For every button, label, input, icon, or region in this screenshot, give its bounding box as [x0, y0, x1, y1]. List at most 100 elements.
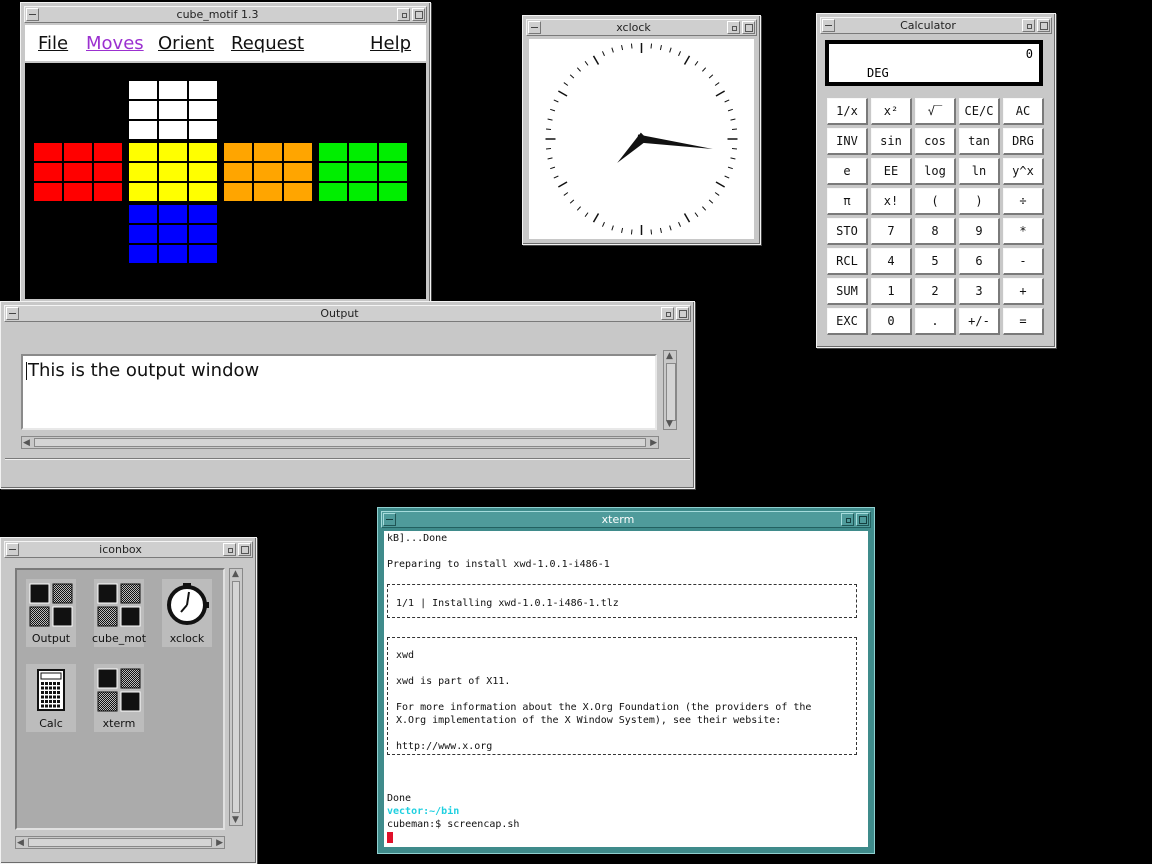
minimize-button[interactable] [661, 307, 674, 320]
cube-facelet[interactable] [129, 143, 157, 161]
scroll-thumb[interactable] [34, 438, 646, 447]
cube-facelet[interactable] [189, 225, 217, 243]
cube-facelet[interactable] [159, 121, 187, 139]
cube-facelet[interactable] [224, 143, 252, 161]
xclock-title-bar[interactable]: xclock [526, 19, 757, 36]
calc-key[interactable]: 7 [871, 218, 912, 245]
calc-key[interactable]: ) [959, 188, 1000, 215]
window-menu-button[interactable] [383, 513, 396, 526]
calc-key[interactable]: 0 [871, 308, 912, 335]
icon-calc[interactable]: Calc [26, 664, 76, 732]
cube-facelet[interactable] [159, 143, 187, 161]
calc-key[interactable]: INV [827, 128, 868, 155]
cube-facelet[interactable] [189, 245, 217, 263]
scroll-thumb[interactable] [232, 581, 240, 813]
cube-facelet[interactable] [94, 143, 122, 161]
maximize-button[interactable] [742, 21, 755, 34]
minimize-button[interactable] [727, 21, 740, 34]
menu-orient[interactable]: Orient [158, 33, 214, 54]
cube-facelet[interactable] [319, 163, 347, 181]
scroll-up-arrow-icon[interactable]: ▲ [232, 569, 239, 579]
cube-facelet[interactable] [349, 163, 377, 181]
cube-facelet[interactable] [94, 163, 122, 181]
calc-key[interactable]: 6 [959, 248, 1000, 275]
scroll-right-arrow-icon[interactable]: ▶ [650, 438, 657, 448]
cube-facelet[interactable] [64, 143, 92, 161]
minimize-button[interactable] [1022, 19, 1035, 32]
maximize-button[interactable] [238, 543, 251, 556]
cube-face-right[interactable] [224, 143, 312, 201]
calc-key[interactable]: EE [871, 158, 912, 185]
cube-facelet[interactable] [379, 183, 407, 201]
cube-facelet[interactable] [189, 81, 217, 99]
calc-key[interactable]: STO [827, 218, 868, 245]
cube-facelet[interactable] [284, 143, 312, 161]
cube-canvas[interactable] [25, 63, 426, 299]
calc-key[interactable]: EXC [827, 308, 868, 335]
icon-cube-mot[interactable]: cube_mot [92, 579, 146, 647]
calc-key[interactable]: 2 [915, 278, 956, 305]
maximize-button[interactable] [676, 307, 689, 320]
cube-facelet[interactable] [349, 143, 377, 161]
calc-key[interactable]: AC [1003, 98, 1044, 125]
cube-title-bar[interactable]: cube_motif 1.3 [24, 6, 427, 23]
cube-facelet[interactable] [189, 163, 217, 181]
cube-facelet[interactable] [159, 163, 187, 181]
cube-facelet[interactable] [254, 143, 282, 161]
calc-key[interactable]: = [1003, 308, 1044, 335]
cube-facelet[interactable] [319, 143, 347, 161]
scroll-up-arrow-icon[interactable]: ▲ [666, 351, 673, 361]
output-title-bar[interactable]: Output [4, 305, 691, 322]
cube-facelet[interactable] [284, 163, 312, 181]
maximize-button[interactable] [1037, 19, 1050, 32]
cube-facelet[interactable] [64, 183, 92, 201]
output-horizontal-scrollbar[interactable]: ◀ ▶ [21, 436, 659, 449]
scroll-left-arrow-icon[interactable]: ◀ [17, 838, 24, 848]
cube-facelet[interactable] [129, 183, 157, 201]
calc-key[interactable]: 1/x [827, 98, 868, 125]
cube-facelet[interactable] [129, 163, 157, 181]
scroll-thumb[interactable] [666, 363, 676, 421]
cube-facelet[interactable] [34, 143, 62, 161]
cube-facelet[interactable] [379, 163, 407, 181]
xterm-title-bar[interactable]: xterm [381, 511, 871, 528]
maximize-button[interactable] [412, 8, 425, 21]
calc-key[interactable]: y^x [1003, 158, 1044, 185]
calc-key[interactable]: cos [915, 128, 956, 155]
cube-face-front[interactable] [129, 143, 217, 201]
icon-xterm[interactable]: xterm [94, 664, 144, 732]
cube-facelet[interactable] [129, 101, 157, 119]
output-vertical-scrollbar[interactable]: ▲ ▼ [663, 350, 677, 430]
calc-key[interactable]: tan [959, 128, 1000, 155]
cube-facelet[interactable] [159, 101, 187, 119]
cube-facelet[interactable] [129, 121, 157, 139]
cube-face-down[interactable] [129, 205, 217, 263]
iconbox-vertical-scrollbar[interactable]: ▲ ▼ [229, 568, 243, 826]
scroll-right-arrow-icon[interactable]: ▶ [216, 838, 223, 848]
calc-key[interactable]: 9 [959, 218, 1000, 245]
terminal-area[interactable]: kB]...Done Preparing to install xwd-1.0.… [384, 531, 868, 847]
cube-facelet[interactable] [64, 163, 92, 181]
cube-facelet[interactable] [379, 143, 407, 161]
cube-facelet[interactable] [284, 183, 312, 201]
window-menu-button[interactable] [822, 19, 835, 32]
cube-facelet[interactable] [189, 205, 217, 223]
calc-key[interactable]: +/- [959, 308, 1000, 335]
scroll-down-arrow-icon[interactable]: ▼ [232, 815, 239, 825]
cube-facelet[interactable] [94, 183, 122, 201]
calc-key[interactable]: ( [915, 188, 956, 215]
cube-facelet[interactable] [224, 183, 252, 201]
cube-facelet[interactable] [129, 245, 157, 263]
cube-facelet[interactable] [129, 81, 157, 99]
calc-key[interactable]: x² [871, 98, 912, 125]
menu-file[interactable]: File [38, 33, 68, 54]
calc-key[interactable]: * [1003, 218, 1044, 245]
cube-face-left[interactable] [34, 143, 122, 201]
cube-facelet[interactable] [189, 143, 217, 161]
maximize-button[interactable] [856, 513, 869, 526]
calc-key[interactable]: ÷ [1003, 188, 1044, 215]
cube-facelet[interactable] [159, 245, 187, 263]
calc-key[interactable]: √‾ [915, 98, 956, 125]
calc-key[interactable]: π [827, 188, 868, 215]
calc-key[interactable]: SUM [827, 278, 868, 305]
